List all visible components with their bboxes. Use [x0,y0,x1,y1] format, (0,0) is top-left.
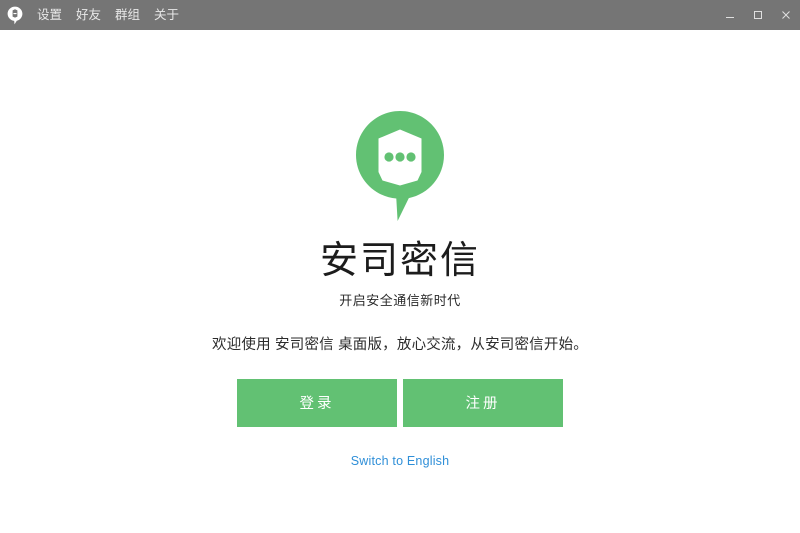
speech-bubble-icon [7,6,23,24]
brand-subtitle: 开启安全通信新时代 [339,293,461,308]
switch-language-link[interactable]: Switch to English [351,454,450,468]
menu-item-groups[interactable]: 群组 [109,0,146,30]
menu-item-friends[interactable]: 好友 [70,0,107,30]
speech-bubble-shield-icon [356,111,444,221]
login-button[interactable]: 登录 [237,378,397,427]
app-logo [355,110,445,222]
register-button[interactable]: 注册 [403,378,563,427]
menu-item-settings[interactable]: 设置 [31,0,68,30]
welcome-screen: 安司密信 开启安全通信新时代 欢迎使用 安司密信 桌面版，放心交流，从安司密信开… [0,30,800,533]
action-buttons: 登录 注册 [237,378,563,427]
app-icon-small [0,0,30,30]
minimize-icon [726,17,734,18]
titlebar: 设置 好友 群组 关于 [0,0,800,30]
welcome-text: 欢迎使用 安司密信 桌面版，放心交流，从安司密信开始。 [212,337,588,353]
menu-item-about[interactable]: 关于 [148,0,185,30]
maximize-button[interactable] [744,0,772,30]
page-title: 安司密信 [319,240,480,282]
close-button[interactable] [772,0,800,30]
minimize-button[interactable] [716,0,744,30]
window-controls [716,0,800,30]
maximize-icon [754,11,762,19]
menubar: 设置 好友 群组 关于 [30,0,186,30]
close-icon [782,11,790,19]
